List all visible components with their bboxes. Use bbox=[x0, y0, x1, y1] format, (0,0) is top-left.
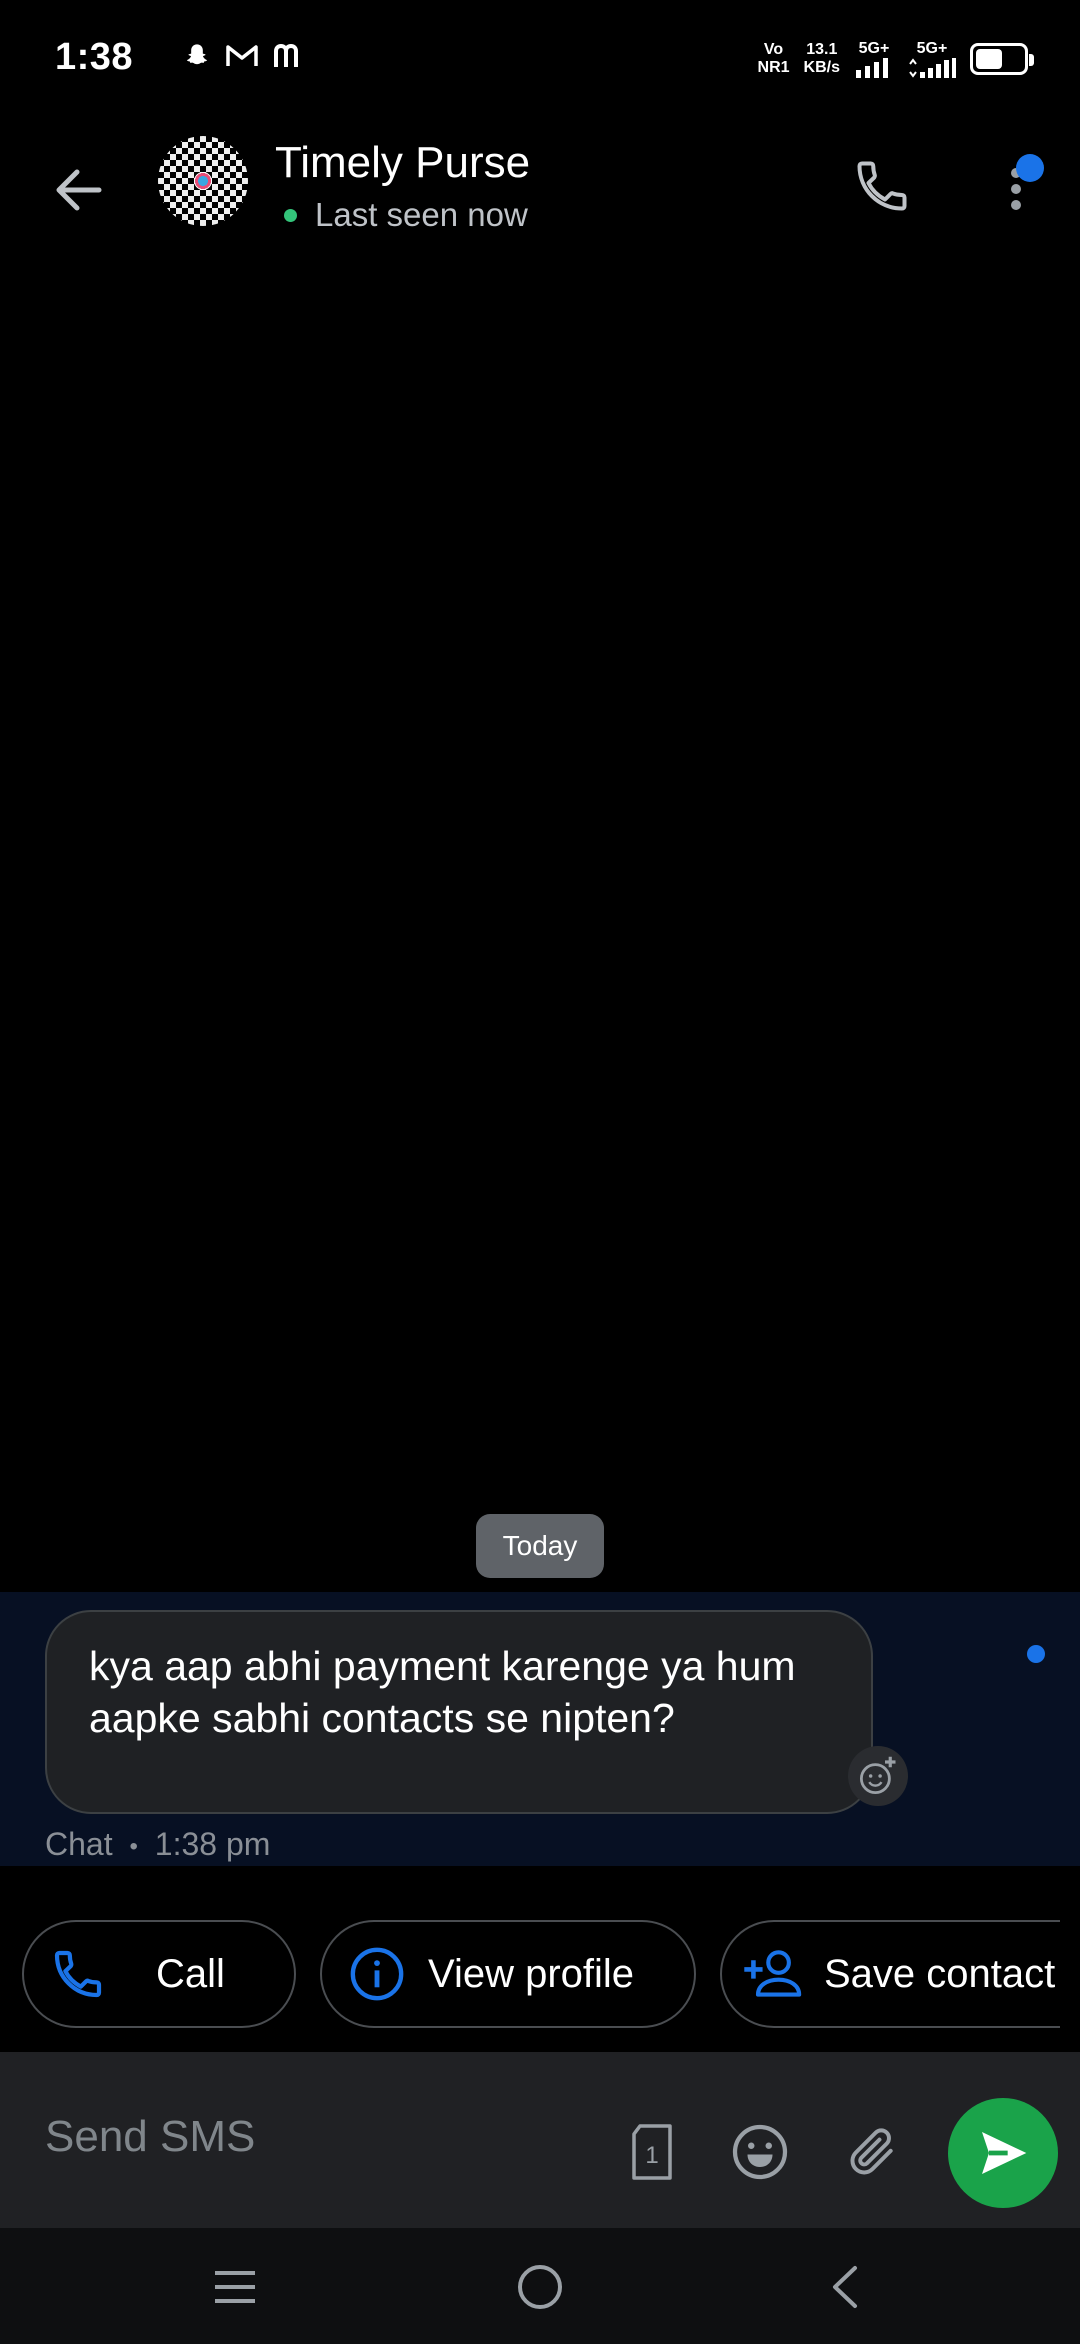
home-button[interactable] bbox=[505, 2252, 575, 2322]
back-button[interactable] bbox=[48, 160, 108, 220]
emoji-icon bbox=[732, 2124, 788, 2180]
home-circle-icon bbox=[518, 2265, 562, 2309]
notification-badge bbox=[1016, 154, 1044, 182]
send-button[interactable] bbox=[948, 2098, 1058, 2208]
sim-number: 1 bbox=[645, 2142, 658, 2169]
status-bar: 1:38 Vo NR1 13.1 KB/s 5G+ 5G+ bbox=[0, 0, 1080, 120]
network-speed: 13.1 KB/s bbox=[803, 41, 840, 76]
system-navigation-bar bbox=[0, 2228, 1080, 2344]
call-chip-label: Call bbox=[156, 1951, 225, 1996]
last-seen-status: Last seen now bbox=[284, 196, 528, 234]
call-chip[interactable]: Call bbox=[22, 1920, 296, 2028]
contact-avatar[interactable] bbox=[158, 136, 248, 226]
add-reaction-button[interactable] bbox=[848, 1746, 908, 1806]
arrow-back-icon bbox=[56, 169, 102, 211]
save-contact-chip-label: Save contact bbox=[824, 1951, 1056, 1996]
sim1-signal: 5G+ bbox=[854, 40, 894, 78]
signal-icon bbox=[856, 58, 888, 78]
recents-button[interactable] bbox=[200, 2252, 270, 2322]
message-meta: Chat • 1:38 pm bbox=[45, 1826, 270, 1863]
system-back-button[interactable] bbox=[810, 2252, 880, 2322]
quick-actions: Call View profile Save contact bbox=[22, 1920, 1060, 2030]
message-input[interactable]: Send SMS bbox=[45, 2112, 255, 2162]
compose-bar: Send SMS 1 bbox=[0, 2052, 1080, 2228]
more-dot bbox=[1011, 184, 1021, 194]
sim-select-button[interactable]: 1 bbox=[622, 2122, 682, 2182]
status-time: 1:38 bbox=[55, 36, 134, 78]
volte-indicator: Vo NR1 bbox=[757, 41, 790, 76]
message-time: 1:38 pm bbox=[154, 1826, 271, 1862]
conversation-header: Timely Purse Last seen now bbox=[0, 120, 1080, 250]
messenger-icon bbox=[274, 43, 298, 67]
more-options-button[interactable] bbox=[1000, 154, 1044, 224]
phone-icon bbox=[54, 1950, 102, 1998]
avatar-logo bbox=[194, 172, 212, 190]
sim-card-icon: 1 bbox=[632, 2124, 672, 2180]
add-person-icon bbox=[744, 1950, 802, 1997]
more-dot bbox=[1011, 200, 1021, 210]
view-profile-chip[interactable]: View profile bbox=[320, 1920, 696, 2028]
snapchat-icon bbox=[186, 44, 208, 65]
phone-icon bbox=[857, 161, 907, 211]
call-button[interactable] bbox=[848, 152, 916, 220]
attach-button[interactable] bbox=[842, 2122, 902, 2182]
notification-icons bbox=[183, 42, 305, 70]
unread-indicator bbox=[1027, 1645, 1045, 1663]
contact-name[interactable]: Timely Purse bbox=[275, 138, 530, 188]
signal-icon bbox=[909, 58, 956, 78]
online-indicator-icon bbox=[284, 208, 297, 222]
meta-separator: • bbox=[129, 1832, 138, 1860]
send-icon bbox=[982, 2132, 1027, 2174]
chevron-left-icon bbox=[833, 2266, 857, 2308]
last-seen-text: Last seen now bbox=[315, 196, 528, 233]
add-reaction-icon bbox=[859, 1756, 896, 1795]
date-divider: Today bbox=[476, 1514, 604, 1578]
message-type: Chat bbox=[45, 1826, 113, 1862]
view-profile-chip-label: View profile bbox=[428, 1951, 635, 1996]
gmail-icon bbox=[226, 45, 258, 66]
battery-icon bbox=[970, 43, 1034, 75]
save-contact-chip[interactable]: Save contact bbox=[720, 1920, 1060, 2028]
battery-level bbox=[976, 49, 1002, 69]
paperclip-icon bbox=[850, 2128, 893, 2175]
emoji-button[interactable] bbox=[730, 2122, 790, 2182]
info-icon bbox=[350, 1947, 404, 2001]
status-indicators: Vo NR1 13.1 KB/s 5G+ 5G+ bbox=[757, 40, 1034, 78]
message-bubble[interactable]: kya aap abhi payment karenge ya hum aapk… bbox=[45, 1610, 873, 1814]
sim2-signal: 5G+ bbox=[908, 40, 956, 78]
menu-icon bbox=[215, 2271, 255, 2303]
